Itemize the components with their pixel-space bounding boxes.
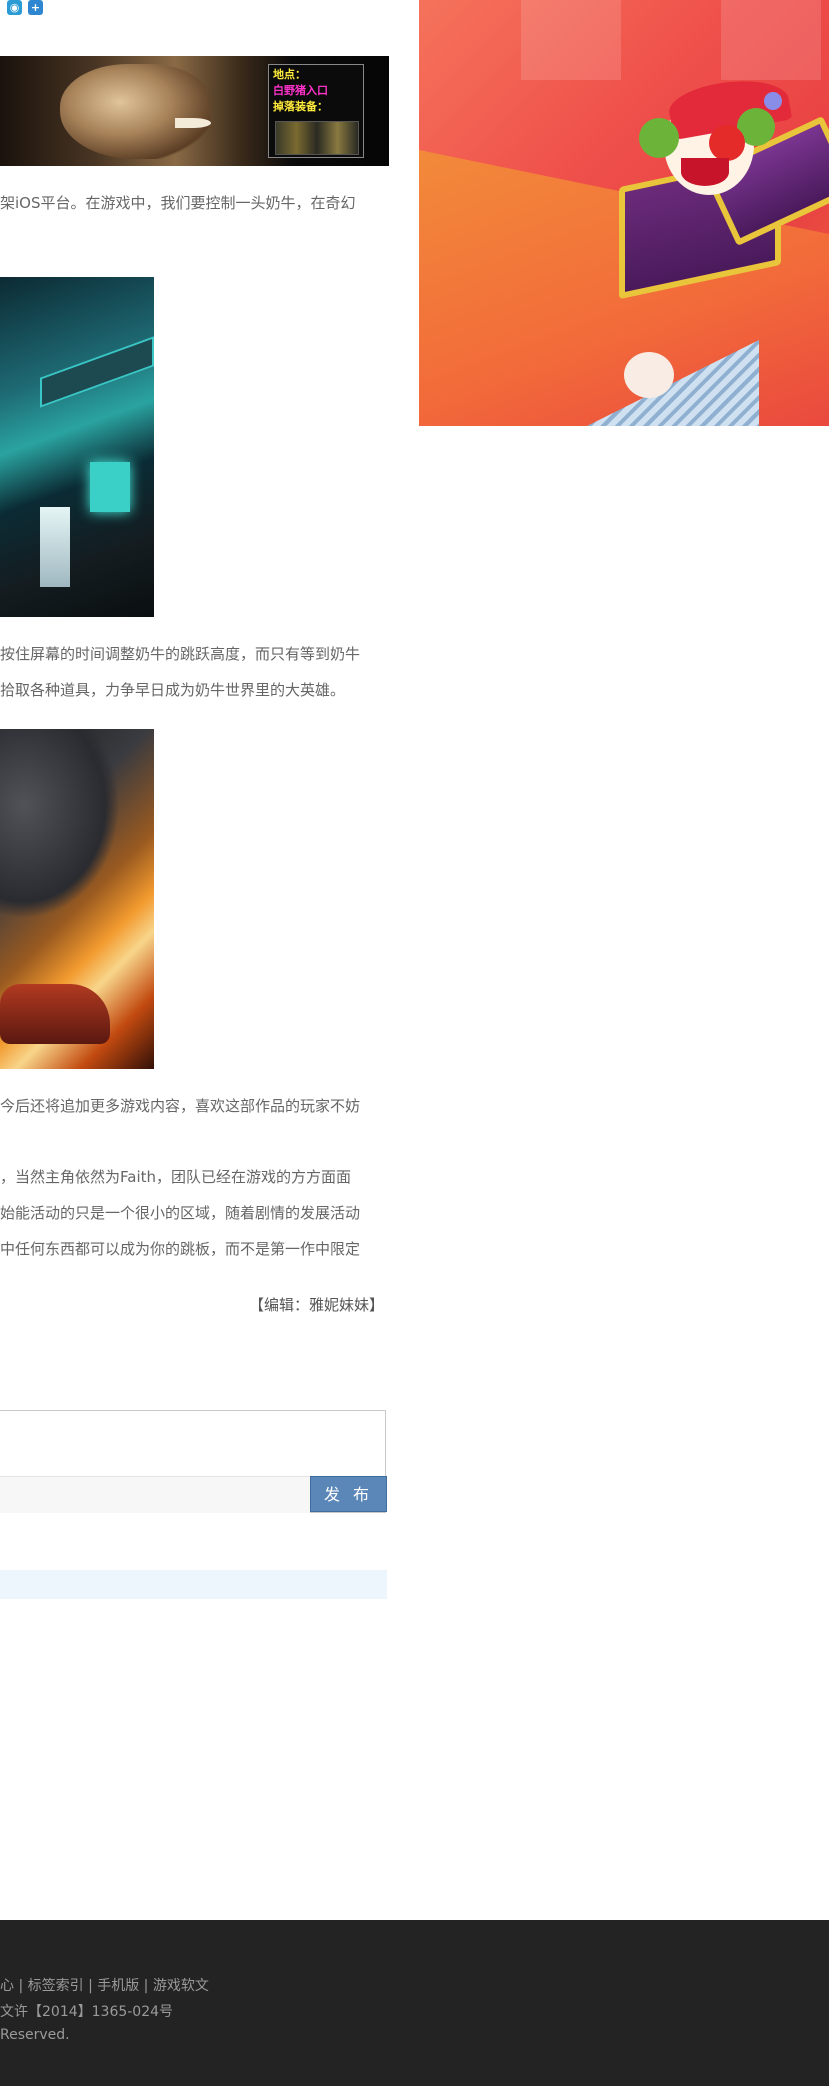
- wall-stripe: [521, 0, 621, 80]
- ball-shape: [624, 352, 674, 398]
- clown-mouth: [681, 158, 729, 186]
- platform-shape: [40, 336, 154, 408]
- comment-toolbar: [0, 1476, 310, 1513]
- article-paragraph: 今后还将追加更多游戏内容，喜欢这部作品的玩家不妨: [0, 1097, 361, 1115]
- game-screenshot-fire[interactable]: [0, 729, 154, 1069]
- article-paragraph: 架iOS平台。在游戏中，我们要控制一头奶牛，在奇幻: [0, 194, 356, 212]
- pillar-shape: [40, 507, 70, 587]
- location-label: 地点：: [273, 68, 306, 81]
- game-banner-image[interactable]: 地点： 白野猪入口 掉落装备：: [0, 56, 389, 166]
- article-paragraph: 中任何东西都可以成为你的跳板，而不是第一作中限定: [0, 1240, 361, 1258]
- clown-nose: [709, 125, 745, 161]
- screen-glow: [90, 462, 130, 512]
- share-plus-icon[interactable]: +: [28, 0, 43, 15]
- side-ad-image[interactable]: [419, 0, 829, 426]
- qzone-icon[interactable]: ◉: [7, 0, 22, 15]
- publish-button[interactable]: 发 布: [310, 1476, 387, 1512]
- site-footer: 心 | 标签索引 | 手机版 | 游戏软文 文许【2014】1365-024号 …: [0, 1920, 829, 2086]
- equipment-slots: [275, 121, 359, 155]
- article-paragraph: 始能活动的只是一个很小的区域，随着剧情的发展活动: [0, 1204, 361, 1222]
- footer-license: 文许【2014】1365-024号: [0, 2004, 174, 2020]
- footer-links[interactable]: 心 | 标签索引 | 手机版 | 游戏软文: [0, 1975, 209, 1995]
- boar-figure: [60, 64, 210, 159]
- hat-pompom: [764, 92, 782, 110]
- footer-rights: Reserved.: [0, 2027, 70, 2043]
- drop-info-box: 地点： 白野猪入口 掉落装备：: [268, 64, 364, 158]
- machine-shape: [0, 729, 120, 919]
- comment-list-header: [0, 1570, 387, 1599]
- wall-stripe: [721, 0, 821, 80]
- editor-credit: 【编辑：雅妮妹妹】: [248, 1296, 384, 1314]
- article-paragraph: 按住屏幕的时间调整奶牛的跳跃高度，而只有等到奶牛: [0, 645, 361, 663]
- drops-label: 掉落装备：: [273, 100, 328, 113]
- clown-hair-left: [639, 118, 679, 158]
- location-value: 白野猪入口: [273, 84, 328, 97]
- vehicle-shape: [0, 984, 110, 1044]
- game-screenshot-cyber[interactable]: [0, 277, 154, 617]
- article-paragraph: 拾取各种道具，力争早日成为奶牛世界里的大英雄。: [0, 681, 346, 699]
- article-paragraph: ，当然主角依然为Faith，团队已经在游戏的方方面面: [0, 1168, 352, 1186]
- boar-tusk: [175, 118, 211, 128]
